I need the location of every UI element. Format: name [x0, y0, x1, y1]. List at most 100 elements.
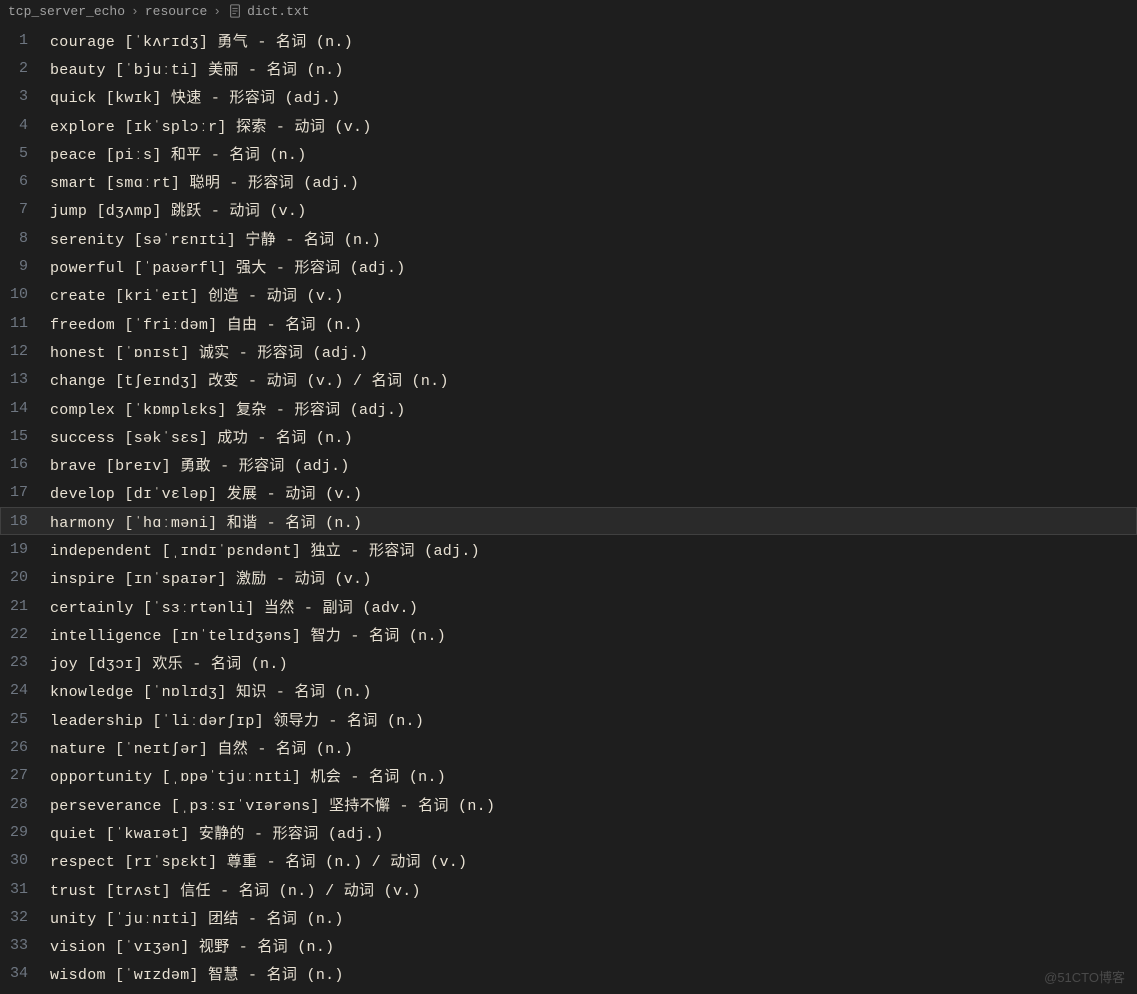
line-number: 29 — [0, 824, 50, 841]
code-editor[interactable]: 1courage [ˈkʌrɪdʒ] 勇气 - 名词 (n.)2beauty [… — [0, 22, 1137, 988]
line-content[interactable]: powerful [ˈpaʊərfl] 强大 - 形容词 (adj.) — [50, 256, 406, 277]
line-content[interactable]: independent [ˌɪndɪˈpɛndənt] 独立 - 形容词 (ad… — [50, 539, 480, 560]
editor-line[interactable]: 2beauty [ˈbjuːti] 美丽 - 名词 (n.) — [0, 54, 1137, 82]
line-content[interactable]: joy [dʒɔɪ] 欢乐 - 名词 (n.) — [50, 652, 288, 673]
editor-line[interactable]: 7jump [dʒʌmp] 跳跃 - 动词 (v.) — [0, 196, 1137, 224]
editor-line[interactable]: 11freedom [ˈfriːdəm] 自由 - 名词 (n.) — [0, 309, 1137, 337]
breadcrumb-item-file[interactable]: dict.txt — [247, 4, 309, 19]
editor-line[interactable]: 13change [tʃeɪndʒ] 改变 - 动词 (v.) / 名词 (n.… — [0, 366, 1137, 394]
editor-line[interactable]: 32unity [ˈjuːnɪti] 团结 - 名词 (n.) — [0, 903, 1137, 931]
line-content[interactable]: success [səkˈsɛs] 成功 - 名词 (n.) — [50, 426, 353, 447]
line-number: 16 — [0, 456, 50, 473]
line-content[interactable]: create [kriˈeɪt] 创造 - 动词 (v.) — [50, 284, 344, 305]
line-content[interactable]: develop [dɪˈvɛləp] 发展 - 动词 (v.) — [50, 482, 362, 503]
line-number: 9 — [0, 258, 50, 275]
line-number: 31 — [0, 881, 50, 898]
editor-line[interactable]: 24knowledge [ˈnɒlɪdʒ] 知识 - 名词 (n.) — [0, 677, 1137, 705]
line-number: 17 — [0, 484, 50, 501]
editor-line[interactable]: 6smart [smɑːrt] 聪明 - 形容词 (adj.) — [0, 167, 1137, 195]
line-number: 6 — [0, 173, 50, 190]
line-content[interactable]: freedom [ˈfriːdəm] 自由 - 名词 (n.) — [50, 313, 362, 334]
line-content[interactable]: smart [smɑːrt] 聪明 - 形容词 (adj.) — [50, 171, 359, 192]
editor-line[interactable]: 14complex [ˈkɒmplɛks] 复杂 - 形容词 (adj.) — [0, 394, 1137, 422]
editor-line[interactable]: 19independent [ˌɪndɪˈpɛndənt] 独立 - 形容词 (… — [0, 535, 1137, 563]
editor-line[interactable]: 18harmony [ˈhɑːməni] 和谐 - 名词 (n.) — [0, 507, 1137, 535]
editor-line[interactable]: 5peace [piːs] 和平 - 名词 (n.) — [0, 139, 1137, 167]
editor-line[interactable]: 27opportunity [ˌɒpəˈtjuːnɪti] 机会 - 名词 (n… — [0, 762, 1137, 790]
editor-line[interactable]: 1courage [ˈkʌrɪdʒ] 勇气 - 名词 (n.) — [0, 26, 1137, 54]
line-number: 28 — [0, 796, 50, 813]
editor-line[interactable]: 29quiet [ˈkwaɪət] 安静的 - 形容词 (adj.) — [0, 818, 1137, 846]
line-content[interactable]: certainly [ˈsɜːrtənli] 当然 - 副词 (adv.) — [50, 596, 418, 617]
line-content[interactable]: intelligence [ɪnˈtelɪdʒəns] 智力 - 名词 (n.) — [50, 624, 446, 645]
line-content[interactable]: nature [ˈneɪtʃər] 自然 - 名词 (n.) — [50, 737, 353, 758]
line-content[interactable]: knowledge [ˈnɒlɪdʒ] 知识 - 名词 (n.) — [50, 680, 372, 701]
line-number: 23 — [0, 654, 50, 671]
line-content[interactable]: perseverance [ˌpɜːsɪˈvɪərəns] 坚持不懈 - 名词 … — [50, 794, 495, 815]
line-content[interactable]: complex [ˈkɒmplɛks] 复杂 - 形容词 (adj.) — [50, 398, 406, 419]
line-number: 33 — [0, 937, 50, 954]
line-number: 13 — [0, 371, 50, 388]
editor-line[interactable]: 22intelligence [ɪnˈtelɪdʒəns] 智力 - 名词 (n… — [0, 620, 1137, 648]
line-number: 27 — [0, 767, 50, 784]
editor-line[interactable]: 9powerful [ˈpaʊərfl] 强大 - 形容词 (adj.) — [0, 252, 1137, 280]
line-number: 34 — [0, 965, 50, 982]
editor-line[interactable]: 28perseverance [ˌpɜːsɪˈvɪərəns] 坚持不懈 - 名… — [0, 790, 1137, 818]
line-number: 11 — [0, 315, 50, 332]
line-content[interactable]: change [tʃeɪndʒ] 改变 - 动词 (v.) / 名词 (n.) — [50, 369, 449, 390]
line-number: 19 — [0, 541, 50, 558]
line-content[interactable]: leadership [ˈliːdərʃɪp] 领导力 - 名词 (n.) — [50, 709, 424, 730]
line-number: 7 — [0, 201, 50, 218]
line-number: 12 — [0, 343, 50, 360]
line-number: 3 — [0, 88, 50, 105]
line-content[interactable]: harmony [ˈhɑːməni] 和谐 - 名词 (n.) — [50, 511, 362, 532]
editor-line[interactable]: 17develop [dɪˈvɛləp] 发展 - 动词 (v.) — [0, 479, 1137, 507]
editor-line[interactable]: 26nature [ˈneɪtʃər] 自然 - 名词 (n.) — [0, 733, 1137, 761]
editor-line[interactable]: 8serenity [səˈrɛnɪti] 宁静 - 名词 (n.) — [0, 224, 1137, 252]
editor-line[interactable]: 23joy [dʒɔɪ] 欢乐 - 名词 (n.) — [0, 649, 1137, 677]
line-content[interactable]: honest [ˈɒnɪst] 诚实 - 形容词 (adj.) — [50, 341, 368, 362]
line-content[interactable]: respect [rɪˈspɛkt] 尊重 - 名词 (n.) / 动词 (v.… — [50, 850, 467, 871]
editor-line[interactable]: 10create [kriˈeɪt] 创造 - 动词 (v.) — [0, 281, 1137, 309]
line-content[interactable]: quick [kwɪk] 快速 - 形容词 (adj.) — [50, 86, 340, 107]
editor-line[interactable]: 30respect [rɪˈspɛkt] 尊重 - 名词 (n.) / 动词 (… — [0, 847, 1137, 875]
line-number: 18 — [0, 513, 50, 530]
line-number: 14 — [0, 400, 50, 417]
line-content[interactable]: unity [ˈjuːnɪti] 团结 - 名词 (n.) — [50, 907, 344, 928]
chevron-right-icon: › — [131, 4, 139, 19]
editor-line[interactable]: 16brave [breɪv] 勇敢 - 形容词 (adj.) — [0, 450, 1137, 478]
line-content[interactable]: wisdom [ˈwɪzdəm] 智慧 - 名词 (n.) — [50, 963, 344, 984]
editor-line[interactable]: 4explore [ɪkˈsplɔːr] 探索 - 动词 (v.) — [0, 111, 1137, 139]
line-content[interactable]: opportunity [ˌɒpəˈtjuːnɪti] 机会 - 名词 (n.) — [50, 765, 446, 786]
editor-line[interactable]: 21certainly [ˈsɜːrtənli] 当然 - 副词 (adv.) — [0, 592, 1137, 620]
breadcrumb-item-folder[interactable]: resource — [145, 4, 207, 19]
editor-line[interactable]: 15success [səkˈsɛs] 成功 - 名词 (n.) — [0, 422, 1137, 450]
line-content[interactable]: quiet [ˈkwaɪət] 安静的 - 形容词 (adj.) — [50, 822, 384, 843]
breadcrumb[interactable]: tcp_server_echo › resource › dict.txt — [0, 0, 1137, 22]
editor-line[interactable]: 3quick [kwɪk] 快速 - 形容词 (adj.) — [0, 83, 1137, 111]
line-content[interactable]: peace [piːs] 和平 - 名词 (n.) — [50, 143, 307, 164]
editor-line[interactable]: 31trust [trʌst] 信任 - 名词 (n.) / 动词 (v.) — [0, 875, 1137, 903]
line-number: 15 — [0, 428, 50, 445]
editor-line[interactable]: 33vision [ˈvɪʒən] 视野 - 名词 (n.) — [0, 932, 1137, 960]
line-content[interactable]: jump [dʒʌmp] 跳跃 - 动词 (v.) — [50, 199, 307, 220]
line-number: 24 — [0, 682, 50, 699]
line-number: 26 — [0, 739, 50, 756]
line-content[interactable]: beauty [ˈbjuːti] 美丽 - 名词 (n.) — [50, 58, 344, 79]
line-content[interactable]: courage [ˈkʌrɪdʒ] 勇气 - 名词 (n.) — [50, 30, 353, 51]
breadcrumb-item-project[interactable]: tcp_server_echo — [8, 4, 125, 19]
line-content[interactable]: trust [trʌst] 信任 - 名词 (n.) / 动词 (v.) — [50, 879, 421, 900]
line-content[interactable]: explore [ɪkˈsplɔːr] 探索 - 动词 (v.) — [50, 115, 372, 136]
editor-line[interactable]: 34wisdom [ˈwɪzdəm] 智慧 - 名词 (n.) — [0, 960, 1137, 988]
editor-line[interactable]: 20inspire [ɪnˈspaɪər] 激励 - 动词 (v.) — [0, 564, 1137, 592]
line-number: 4 — [0, 117, 50, 134]
line-content[interactable]: brave [breɪv] 勇敢 - 形容词 (adj.) — [50, 454, 350, 475]
editor-line[interactable]: 25leadership [ˈliːdərʃɪp] 领导力 - 名词 (n.) — [0, 705, 1137, 733]
line-content[interactable]: inspire [ɪnˈspaɪər] 激励 - 动词 (v.) — [50, 567, 372, 588]
line-number: 5 — [0, 145, 50, 162]
line-number: 21 — [0, 598, 50, 615]
line-content[interactable]: vision [ˈvɪʒən] 视野 - 名词 (n.) — [50, 935, 334, 956]
editor-line[interactable]: 12honest [ˈɒnɪst] 诚实 - 形容词 (adj.) — [0, 337, 1137, 365]
line-content[interactable]: serenity [səˈrɛnɪti] 宁静 - 名词 (n.) — [50, 228, 381, 249]
chevron-right-icon: › — [213, 4, 221, 19]
